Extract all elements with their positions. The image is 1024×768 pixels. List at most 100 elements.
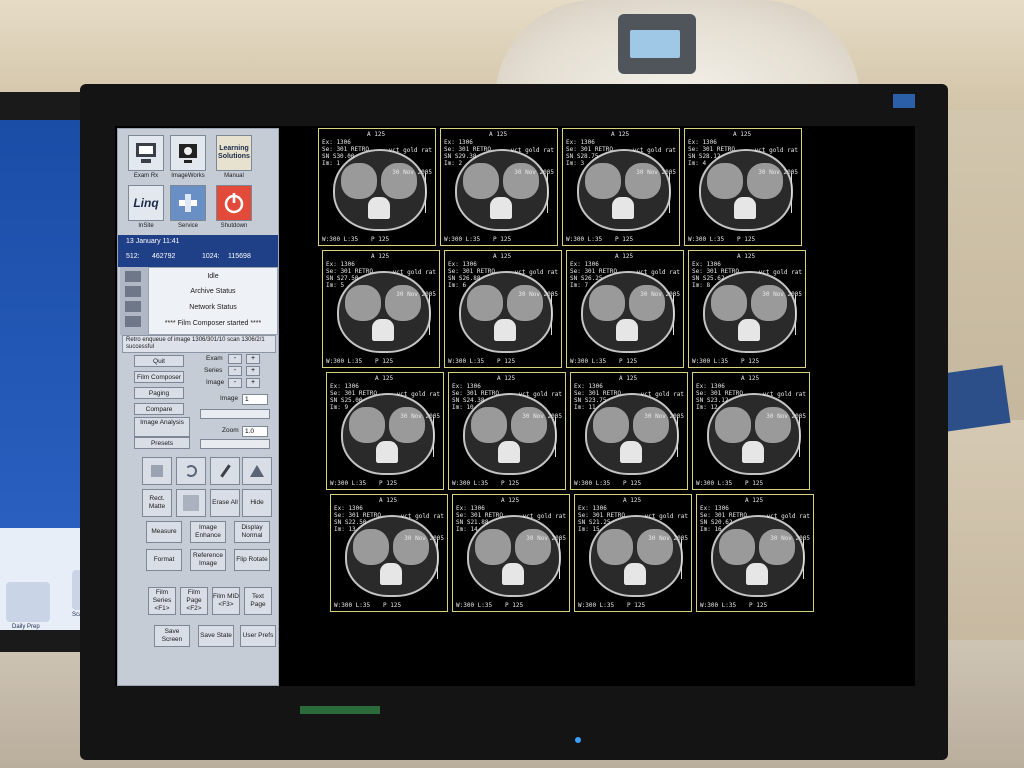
image-analysis-button[interactable]: Image Analysis xyxy=(134,417,190,437)
exam-prev-button[interactable]: - xyxy=(228,354,242,364)
ct-window-level: W:300 L:35 xyxy=(330,480,367,487)
save-state-button[interactable]: Save State xyxy=(198,625,234,647)
ct-slice-11[interactable]: A 125 Ex: 1306 Se: 301 RETRO SN S23.75 Im… xyxy=(570,372,688,490)
reference-image-button[interactable]: Reference Image xyxy=(190,549,226,571)
ct-meta: Ex: 1306 Se: 301 RETRO SN S30.00 Im: 1 xyxy=(322,139,369,167)
pen-tool-button[interactable] xyxy=(210,457,240,485)
text-tool-button[interactable] xyxy=(242,457,272,485)
ct-slice-4[interactable]: A 125 Ex: 1306 Se: 301 RETRO SN S28.12 Im… xyxy=(684,128,802,246)
status-icon xyxy=(125,271,141,282)
compare-button[interactable]: Compare xyxy=(134,403,184,415)
ct-slice-6[interactable]: A 125 Ex: 1306 Se: 301 RETRO SN S26.88 Im… xyxy=(444,250,562,368)
ct-slice-15[interactable]: A 125 Ex: 1306 Se: 301 RETRO SN S21.25 Im… xyxy=(574,494,692,612)
insite-button[interactable]: Linq xyxy=(128,185,164,221)
rect-matte-button[interactable]: Rect. Matte xyxy=(142,489,172,517)
user-prefs-button[interactable]: User Prefs xyxy=(240,625,276,647)
measure-button[interactable]: Measure xyxy=(146,521,182,543)
blank-tool-button[interactable] xyxy=(176,489,206,517)
flip-rotate-button[interactable]: Flip Rotate xyxy=(234,549,270,571)
ct-scale-bar xyxy=(677,417,681,457)
shutdown-button[interactable] xyxy=(216,185,252,221)
zoom-label: Zoom xyxy=(222,427,239,434)
image-slider[interactable] xyxy=(200,409,270,419)
ct-header: A 125 xyxy=(615,253,634,260)
ct-position: P 125 xyxy=(375,358,394,365)
archive-icon xyxy=(125,286,141,297)
image-next-button[interactable]: + xyxy=(246,378,260,388)
pan-tool-button[interactable] xyxy=(142,457,172,485)
erase-all-button[interactable]: Erase All xyxy=(210,489,240,517)
exam-next-button[interactable]: + xyxy=(246,354,260,364)
exam-rx-label: Exam Rx xyxy=(133,173,159,179)
ct-slice-10[interactable]: A 125 Ex: 1306 Se: 301 RETRO SN S24.38 Im… xyxy=(448,372,566,490)
status-network[interactable]: Network Status xyxy=(149,304,277,311)
ct-position: P 125 xyxy=(741,358,760,365)
insite-icon: Linq xyxy=(133,196,159,210)
ct-position: P 125 xyxy=(379,480,398,487)
ct-slice-14[interactable]: A 125 Ex: 1306 Se: 301 RETRO SN S21.88 Im… xyxy=(452,494,570,612)
control-panel: Exam Rx ImageWorks Learning Solutions Ma… xyxy=(117,128,279,686)
ct-header: A 125 xyxy=(493,253,512,260)
ct-spine xyxy=(616,319,638,341)
daily-prep-icon[interactable] xyxy=(6,582,50,622)
imageworks-button[interactable] xyxy=(170,135,206,171)
ct-date: 30 Nov 2005 xyxy=(514,169,554,176)
image-prev-button[interactable]: - xyxy=(228,378,242,388)
film-page-button[interactable]: Film Page <F2> xyxy=(180,587,208,615)
power-led-icon xyxy=(575,737,581,743)
monitor-indicator-strip xyxy=(300,706,380,714)
ct-patient: vct gold rat xyxy=(644,513,688,520)
ct-spine xyxy=(746,563,768,585)
triangle-icon xyxy=(250,465,264,477)
ct-meta: Ex: 1306 Se: 301 RETRO SN S26.25 Im: 7 xyxy=(570,261,617,289)
ct-slice-1[interactable]: A 125 Ex: 1306 Se: 301 RETRO SN S30.00 Im… xyxy=(318,128,436,246)
ct-patient: vct gold rat xyxy=(762,391,806,398)
presets-button[interactable]: Presets xyxy=(134,437,190,449)
ct-date: 30 Nov 2005 xyxy=(766,413,806,420)
ct-lung-left xyxy=(353,529,389,565)
ct-window-level: W:300 L:35 xyxy=(444,236,481,243)
insite-label: InSite xyxy=(138,223,154,229)
film-mid-button[interactable]: Film MID <F3> xyxy=(212,587,240,615)
ct-header: A 125 xyxy=(489,131,508,138)
ct-slice-12[interactable]: A 125 Ex: 1306 Se: 301 RETRO SN S23.12 Im… xyxy=(692,372,810,490)
ct-scale-bar xyxy=(555,417,559,457)
ct-slice-2[interactable]: A 125 Ex: 1306 Se: 301 RETRO SN S29.38 Im… xyxy=(440,128,558,246)
ct-slice-3[interactable]: A 125 Ex: 1306 Se: 301 RETRO SN S28.75 Im… xyxy=(562,128,680,246)
zoom-slider[interactable] xyxy=(200,439,270,449)
ct-slice-7[interactable]: A 125 Ex: 1306 Se: 301 RETRO SN S26.25 Im… xyxy=(566,250,684,368)
save-screen-button[interactable]: Save Screen xyxy=(154,625,190,647)
ct-lung-left xyxy=(711,285,747,321)
series-prev-button[interactable]: - xyxy=(228,366,242,376)
ct-header: A 125 xyxy=(379,497,398,504)
ct-slice-16[interactable]: A 125 Ex: 1306 Se: 301 RETRO SN S20.62 Im… xyxy=(696,494,814,612)
quit-button[interactable]: Quit xyxy=(134,355,184,367)
image-label: Image xyxy=(206,379,225,386)
exam-rx-button[interactable] xyxy=(128,135,164,171)
ct-slice-9[interactable]: A 125 Ex: 1306 Se: 301 RETRO SN S25.00 Im… xyxy=(326,372,444,490)
ct-date: 30 Nov 2005 xyxy=(522,413,562,420)
status-archive[interactable]: Archive Status xyxy=(149,288,277,295)
film-composer-button[interactable]: Film Composer xyxy=(134,371,184,383)
series-next-button[interactable]: + xyxy=(246,366,260,376)
film-series-button[interactable]: Film Series <F1> xyxy=(148,587,176,615)
display-normal-button[interactable]: Display Normal xyxy=(234,521,270,543)
manual-button[interactable]: Learning Solutions xyxy=(216,135,252,171)
format-button[interactable]: Format xyxy=(146,549,182,571)
image-number-field[interactable]: 1 xyxy=(242,394,268,405)
zoom-field[interactable]: 1.0 xyxy=(242,426,268,437)
paging-button[interactable]: Paging xyxy=(134,387,184,399)
status-idle: Idle xyxy=(207,273,219,280)
hide-button[interactable]: Hide xyxy=(242,489,272,517)
image-enhance-button[interactable]: Image Enhance xyxy=(190,521,226,543)
ct-slice-5[interactable]: A 125 Ex: 1306 Se: 301 RETRO SN S27.50 Im… xyxy=(322,250,440,368)
ct-slice-13[interactable]: A 125 Ex: 1306 Se: 301 RETRO SN S22.50 Im… xyxy=(330,494,448,612)
ct-header: A 125 xyxy=(611,131,630,138)
service-button[interactable] xyxy=(170,185,206,221)
text-page-button[interactable]: Text Page xyxy=(244,587,272,615)
ct-meta: Ex: 1306 Se: 301 RETRO SN S23.12 Im: 12 xyxy=(696,383,743,411)
ct-window-level: W:300 L:35 xyxy=(566,236,603,243)
rotate-tool-button[interactable] xyxy=(176,457,206,485)
ct-slice-8[interactable]: A 125 Ex: 1306 Se: 301 RETRO SN S25.62 Im… xyxy=(688,250,806,368)
ct-patient: vct gold rat xyxy=(640,391,684,398)
